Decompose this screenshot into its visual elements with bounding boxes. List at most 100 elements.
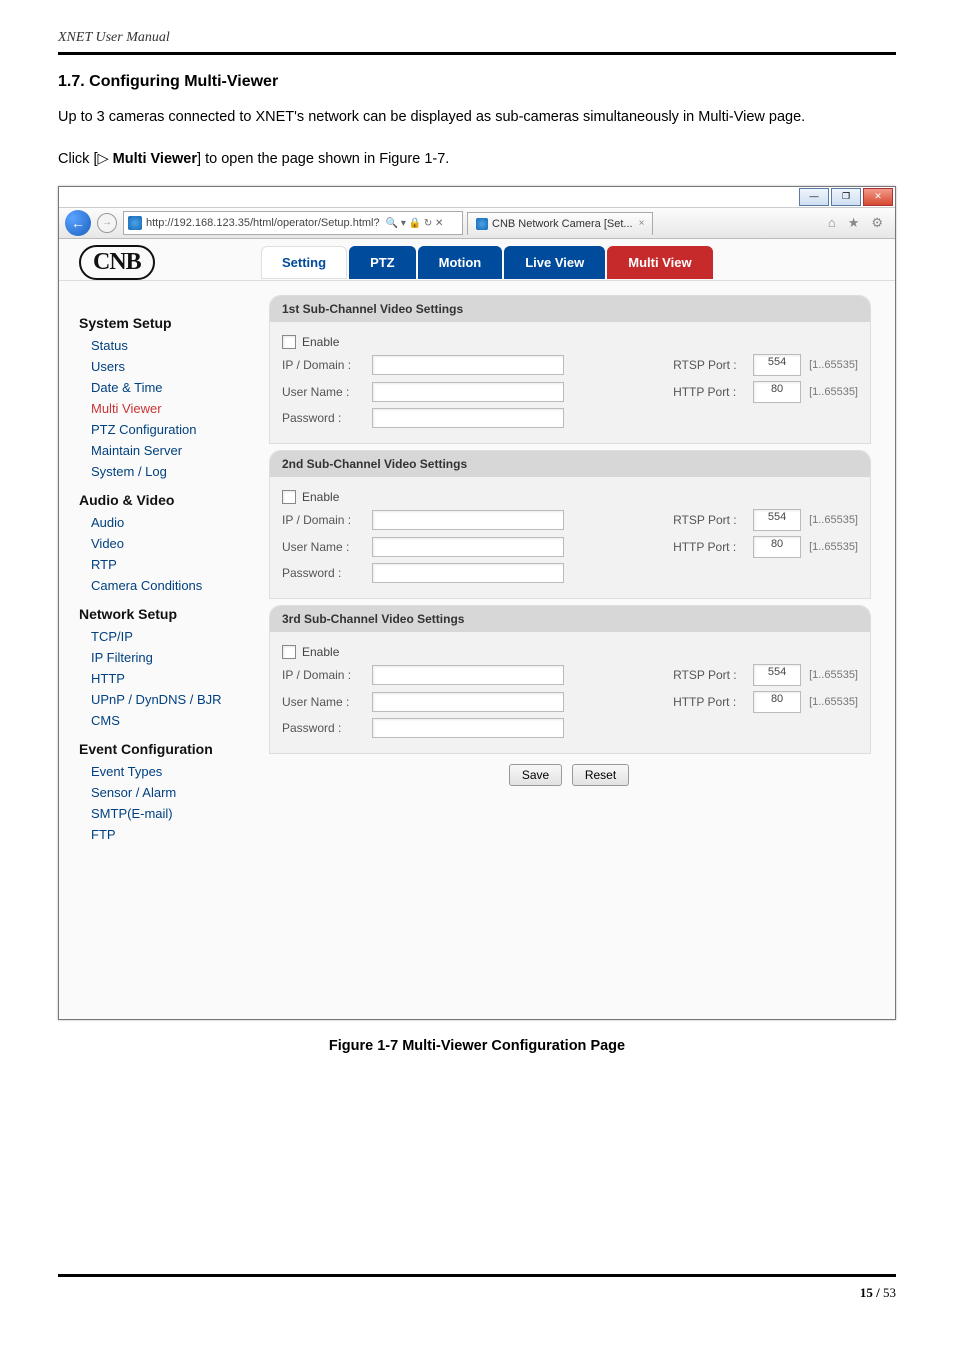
sidebar-group-system: System Setup — [79, 315, 269, 331]
running-header: XNET User Manual — [58, 30, 896, 46]
home-icon[interactable]: ⌂ — [828, 215, 836, 231]
click-instruction: Click [▷ Multi Viewer] to open the page … — [58, 146, 896, 172]
sidebar-item-http[interactable]: HTTP — [79, 668, 269, 689]
browser-back-button[interactable]: ← — [65, 210, 91, 236]
sub2-enable-label: Enable — [302, 490, 339, 504]
window-close-button[interactable]: ✕ — [863, 188, 893, 206]
sub2-rtspport-label: RTSP Port : — [673, 513, 753, 527]
tab-setting[interactable]: Setting — [261, 246, 347, 279]
sidebar-item-rtp[interactable]: RTP — [79, 554, 269, 575]
sub2-rtsp-range: [1..65535] — [809, 514, 858, 526]
reset-button[interactable]: Reset — [572, 764, 629, 786]
tab-ptz[interactable]: PTZ — [349, 246, 416, 279]
tab-close-icon[interactable]: × — [639, 218, 645, 229]
sub1-enable-label: Enable — [302, 335, 339, 349]
window-minimize-button[interactable]: — — [799, 188, 829, 206]
sub1-enable-checkbox[interactable] — [282, 335, 296, 349]
footer: 15 / 53 — [58, 1274, 896, 1301]
tab-motion[interactable]: Motion — [418, 246, 503, 279]
sub2-username-input[interactable] — [372, 537, 564, 557]
sub3-ipdomain-label: IP / Domain : — [282, 668, 372, 682]
browser-right-icons: ⌂ ★ ⚙ — [828, 215, 883, 231]
sub1-username-input[interactable] — [372, 382, 564, 402]
panel-sub2-body: Enable IP / Domain : RTSP Port : 554 [1.… — [270, 477, 870, 598]
sub3-password-input[interactable] — [372, 718, 564, 738]
sub2-httpport-input[interactable]: 80 — [753, 536, 801, 558]
window-titlebar: — ❐ ✕ — [59, 187, 895, 208]
app-frame: CNB Setting PTZ Motion Live View Multi V… — [59, 239, 895, 1019]
brand-block: CNB — [79, 245, 261, 280]
sub1-httpport-input[interactable]: 80 — [753, 381, 801, 403]
sub3-enable-checkbox[interactable] — [282, 645, 296, 659]
sidebar-item-smtp[interactable]: SMTP(E-mail) — [79, 803, 269, 824]
button-row: Save Reset — [269, 764, 869, 786]
sidebar-item-maintain[interactable]: Maintain Server — [79, 440, 269, 461]
sub1-password-label: Password : — [282, 411, 372, 425]
click-prefix: Click [ — [58, 151, 97, 167]
sidebar-item-tcpip[interactable]: TCP/IP — [79, 626, 269, 647]
sub1-ipdomain-label: IP / Domain : — [282, 358, 372, 372]
sub3-httpport-input[interactable]: 80 — [753, 691, 801, 713]
page-number: 15 / 53 — [58, 1285, 896, 1301]
screenshot-window: — ❐ ✕ ← → http://192.168.123.35/html/ope… — [58, 186, 896, 1020]
sub3-rtspport-input[interactable]: 554 — [753, 664, 801, 686]
header-rule — [58, 52, 896, 55]
sub3-ipdomain-input[interactable] — [372, 665, 564, 685]
sub2-httpport-label: HTTP Port : — [673, 540, 753, 554]
sub2-password-input[interactable] — [372, 563, 564, 583]
sidebar-item-ftp[interactable]: FTP — [79, 824, 269, 845]
sidebar-item-eventtypes[interactable]: Event Types — [79, 761, 269, 782]
sidebar-group-event: Event Configuration — [79, 741, 269, 757]
sidebar-item-date[interactable]: Date & Time — [79, 377, 269, 398]
sub3-http-range: [1..65535] — [809, 696, 858, 708]
window-maximize-button[interactable]: ❐ — [831, 188, 861, 206]
intro-para: Up to 3 cameras connected to XNET's netw… — [58, 103, 896, 132]
sub1-password-input[interactable] — [372, 408, 564, 428]
sub1-username-label: User Name : — [282, 385, 372, 399]
sub1-ipdomain-input[interactable] — [372, 355, 564, 375]
browser-tab[interactable]: CNB Network Camera [Set... × — [467, 212, 653, 235]
panel-sub2-header: 2nd Sub-Channel Video Settings — [270, 451, 870, 477]
panel-sub3: 3rd Sub-Channel Video Settings Enable IP… — [269, 605, 871, 754]
sidebar-item-status[interactable]: Status — [79, 335, 269, 356]
sidebar-item-cms[interactable]: CMS — [79, 710, 269, 731]
sub2-ipdomain-input[interactable] — [372, 510, 564, 530]
sub2-rtspport-input[interactable]: 554 — [753, 509, 801, 531]
sidebar-item-audio[interactable]: Audio — [79, 512, 269, 533]
sidebar-item-video[interactable]: Video — [79, 533, 269, 554]
app-nav-tabs: Setting PTZ Motion Live View Multi View — [261, 246, 715, 279]
sub3-username-input[interactable] — [372, 692, 564, 712]
browser-tabstrip: CNB Network Camera [Set... × — [463, 212, 828, 235]
tab-multi[interactable]: Multi View — [607, 246, 712, 279]
panel-sub1-body: Enable IP / Domain : RTSP Port : 554 [1.… — [270, 322, 870, 443]
sub2-enable-checkbox[interactable] — [282, 490, 296, 504]
sub1-rtspport-input[interactable]: 554 — [753, 354, 801, 376]
sidebar-item-systemlog[interactable]: System / Log — [79, 461, 269, 482]
sub3-httpport-label: HTTP Port : — [673, 695, 753, 709]
favorites-icon[interactable]: ★ — [848, 215, 860, 231]
sidebar-item-upnp[interactable]: UPnP / DynDNS / BJR — [79, 689, 269, 710]
sidebar-item-users[interactable]: Users — [79, 356, 269, 377]
sub1-rtspport-label: RTSP Port : — [673, 358, 753, 372]
figure-caption: Figure 1-7 Multi-Viewer Configuration Pa… — [58, 1038, 896, 1054]
brand-logo: CNB — [79, 245, 155, 280]
sub3-password-label: Password : — [282, 721, 372, 735]
click-bold: Multi Viewer — [109, 151, 197, 167]
save-button[interactable]: Save — [509, 764, 562, 786]
browser-forward-button[interactable]: → — [97, 213, 117, 233]
sub1-http-range: [1..65535] — [809, 386, 858, 398]
sidebar-item-camcond[interactable]: Camera Conditions — [79, 575, 269, 596]
content-area: 1st Sub-Channel Video Settings Enable IP… — [269, 295, 875, 845]
address-bar[interactable]: http://192.168.123.35/html/operator/Setu… — [123, 211, 463, 235]
tools-icon[interactable]: ⚙ — [871, 215, 883, 231]
sidebar-group-av: Audio & Video — [79, 492, 269, 508]
sub3-enable-label: Enable — [302, 645, 339, 659]
sidebar-item-ipfilter[interactable]: IP Filtering — [79, 647, 269, 668]
sidebar-item-ptzconfig[interactable]: PTZ Configuration — [79, 419, 269, 440]
sidebar-item-multiviewer[interactable]: Multi Viewer — [79, 398, 269, 419]
section-heading: 1.7. Configuring Multi-Viewer — [58, 73, 896, 91]
sidebar-item-sensor[interactable]: Sensor / Alarm — [79, 782, 269, 803]
sub2-username-label: User Name : — [282, 540, 372, 554]
tab-live[interactable]: Live View — [504, 246, 605, 279]
sidebar: System Setup Status Users Date & Time Mu… — [79, 295, 269, 845]
